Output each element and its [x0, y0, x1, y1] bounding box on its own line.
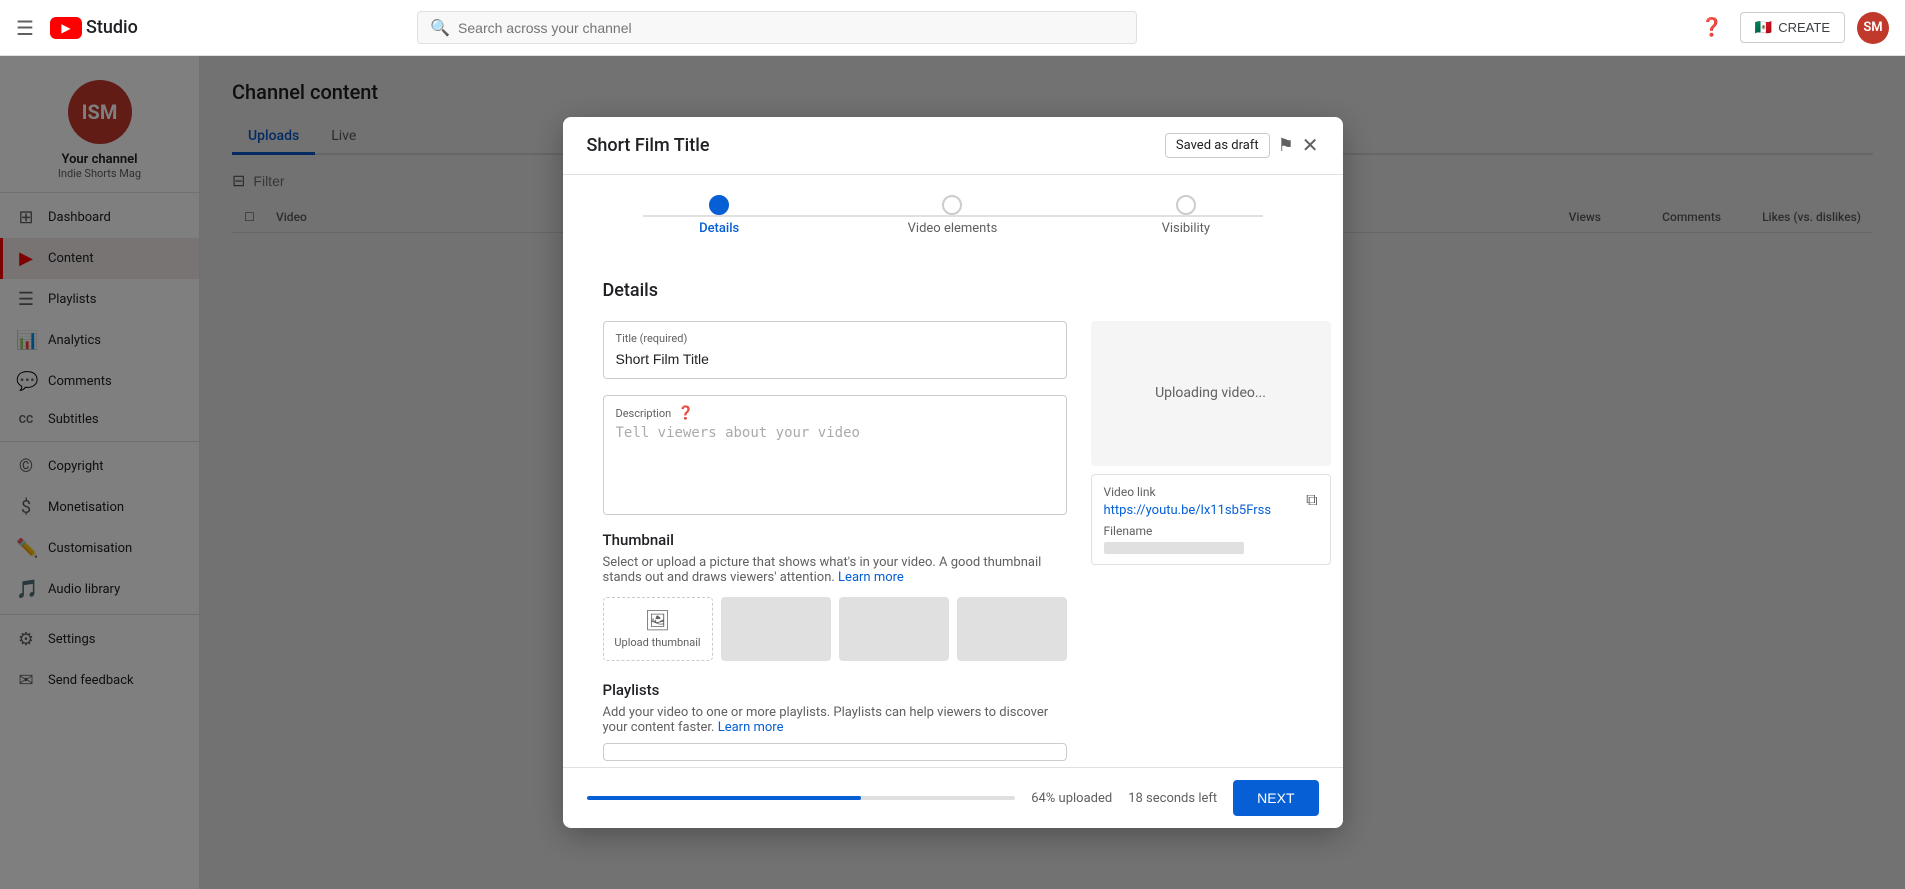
step-dot-details	[709, 195, 729, 215]
playlists-dropdown[interactable]	[603, 743, 1067, 761]
step-label-visibility: Visibility	[1162, 221, 1211, 236]
filename-label: Filename	[1104, 524, 1318, 538]
uploading-text: Uploading video...	[1155, 385, 1266, 401]
video-info-box: Video link https://youtu.be/lx11sb5Frss …	[1091, 474, 1331, 565]
progress-time-left: 18 seconds left	[1128, 791, 1217, 806]
modal-close-button[interactable]: ✕	[1302, 133, 1319, 158]
left-col: Title (required) Description ❓ Thumbnail	[603, 321, 1067, 767]
help-button[interactable]: ❓	[1696, 12, 1728, 44]
create-button[interactable]: 🇲🇽 CREATE	[1740, 12, 1845, 43]
thumbnail-frame-1[interactable]	[721, 597, 831, 661]
thumbnail-upload-icon: 🖼	[645, 608, 670, 632]
hamburger-icon[interactable]: ☰	[16, 16, 34, 40]
logo-text: Studio	[86, 17, 138, 38]
create-label: CREATE	[1778, 20, 1830, 35]
progress-fill	[587, 796, 861, 800]
playlists-desc: Add your video to one or more playlists.…	[603, 705, 1067, 735]
progress-track	[587, 796, 1016, 800]
playlists-title: Playlists	[603, 681, 1067, 699]
thumbnail-section: Thumbnail Select or upload a picture tha…	[603, 531, 1067, 661]
thumbnail-options: 🖼 Upload thumbnail	[603, 597, 1067, 661]
next-button[interactable]: NEXT	[1233, 780, 1318, 816]
modal-flag-button[interactable]: ⚑	[1278, 135, 1294, 156]
modal-title: Short Film Title	[587, 135, 710, 156]
video-link-row: Video link https://youtu.be/lx11sb5Frss …	[1104, 485, 1318, 518]
thumbnail-title: Thumbnail	[603, 531, 1067, 549]
thumbnail-frame-3[interactable]	[957, 597, 1067, 661]
video-link-url[interactable]: https://youtu.be/lx11sb5Frss	[1104, 503, 1272, 518]
modal-header: Short Film Title Saved as draft ⚑ ✕	[563, 117, 1343, 175]
avatar[interactable]: SM	[1857, 12, 1889, 44]
thumbnail-upload-label: Upload thumbnail	[614, 636, 700, 649]
saved-badge: Saved as draft	[1165, 133, 1270, 158]
step-video-elements: Video elements	[836, 195, 1069, 236]
title-field-box[interactable]: Title (required)	[603, 321, 1067, 379]
description-field-label: Description ❓	[616, 406, 1054, 421]
steps-bar: Details Video elements Visibility	[563, 175, 1343, 256]
progress-percent-text: 64% uploaded	[1031, 791, 1112, 806]
step-label-details: Details	[699, 221, 739, 236]
video-preview: Uploading video...	[1091, 321, 1331, 466]
youtube-icon	[50, 17, 82, 39]
step-details: Details	[603, 195, 836, 236]
create-flag-icon: 🇲🇽	[1755, 19, 1772, 36]
search-input[interactable]	[458, 20, 1124, 36]
step-dot-visibility	[1176, 195, 1196, 215]
playlists-section: Playlists Add your video to one or more …	[603, 681, 1067, 761]
modal-header-actions: Saved as draft ⚑ ✕	[1165, 133, 1319, 158]
thumbnail-frame-2[interactable]	[839, 597, 949, 661]
step-dot-video-elements	[942, 195, 962, 215]
modal-footer: 64% uploaded 18 seconds left NEXT	[563, 767, 1343, 828]
search-icon: 🔍	[430, 18, 450, 37]
section-title: Details	[603, 280, 1303, 301]
description-input[interactable]	[616, 425, 1054, 505]
description-help-icon: ❓	[678, 406, 694, 421]
right-col: Uploading video... Video link https://yo…	[1091, 321, 1331, 767]
title-field-label: Title (required)	[616, 332, 1054, 345]
thumbnail-upload-button[interactable]: 🖼 Upload thumbnail	[603, 597, 713, 661]
playlists-learn-more-link[interactable]: Learn more	[718, 720, 784, 735]
logo: Studio	[50, 17, 138, 39]
video-link-section: Video link https://youtu.be/lx11sb5Frss	[1104, 485, 1272, 518]
modal-overlay: Short Film Title Saved as draft ⚑ ✕ Deta…	[0, 56, 1905, 889]
modal-body: Details Title (required) Description ❓	[563, 256, 1343, 767]
top-header: ☰ Studio 🔍 ❓ 🇲🇽 CREATE SM	[0, 0, 1905, 56]
step-label-video-elements: Video elements	[908, 221, 998, 236]
header-right-actions: ❓ 🇲🇽 CREATE SM	[1696, 12, 1889, 44]
two-col: Title (required) Description ❓ Thumbnail	[603, 321, 1303, 767]
filename-value	[1104, 542, 1244, 554]
title-input[interactable]	[616, 351, 1054, 367]
thumbnail-learn-more-link[interactable]: Learn more	[838, 570, 904, 585]
search-bar: 🔍	[417, 11, 1137, 44]
copy-link-button[interactable]: ⧉	[1306, 492, 1317, 510]
step-visibility: Visibility	[1069, 195, 1302, 236]
thumbnail-desc: Select or upload a picture that shows wh…	[603, 555, 1067, 585]
upload-modal: Short Film Title Saved as draft ⚑ ✕ Deta…	[563, 117, 1343, 828]
description-field-box[interactable]: Description ❓	[603, 395, 1067, 515]
video-link-label: Video link	[1104, 485, 1272, 499]
